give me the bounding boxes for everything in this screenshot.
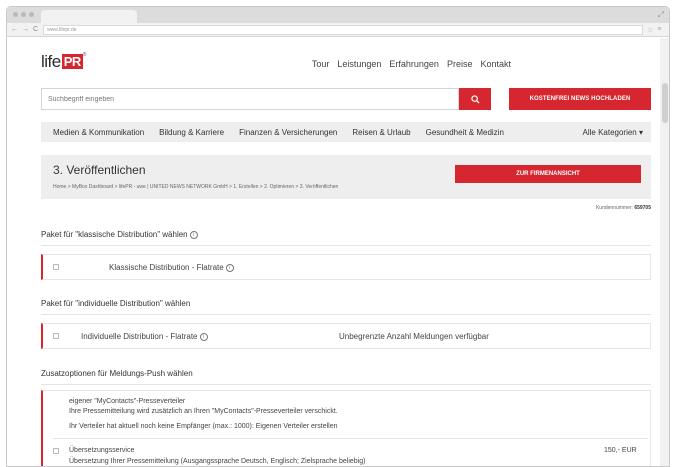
page: life PR ® Tour Leistungen Erfahrungen Prei…: [7, 38, 669, 466]
classic-option-label: Klassische Distribution - Flatrate i: [109, 263, 234, 272]
classic-option-text: Klassische Distribution - Flatrate: [109, 263, 224, 272]
push-options-box: eigener "MyContacts"-Presseverteiler Ihr…: [41, 390, 651, 466]
nav-preise[interactable]: Preise: [447, 59, 473, 69]
push-section-title: Zusatzoptionen für Meldungs-Push wählen: [41, 369, 193, 378]
page-title-box: 3. Veröffentlichen Home > MyBox Dashboar…: [41, 155, 651, 199]
category-bildung[interactable]: Bildung & Karriere: [159, 128, 224, 137]
search-input[interactable]: [41, 88, 459, 110]
page-title: 3. Veröffentlichen: [53, 163, 146, 177]
individual-checkbox[interactable]: [53, 333, 59, 339]
individual-option-text: Individuelle Distribution - Flatrate: [81, 332, 198, 341]
browser-menu-icon[interactable]: ≡: [657, 26, 661, 33]
translation-title: Übersetzungsservice: [69, 447, 135, 454]
nav-leistungen[interactable]: Leistungen: [337, 59, 381, 69]
category-medien[interactable]: Medien & Kommunikation: [53, 128, 144, 137]
page-scrollbar[interactable]: [660, 38, 669, 466]
individual-option-label: Individuelle Distribution - Flatrate i: [81, 332, 208, 341]
mycontacts-title: eigener "MyContacts"-Presseverteiler: [69, 398, 186, 405]
logo-registered: ®: [82, 52, 87, 58]
all-categories-dropdown[interactable]: Alle Kategorien ▾: [583, 128, 644, 137]
url-field[interactable]: www.lifepr.de: [43, 24, 644, 35]
individual-option-note: Unbegrenzte Anzahl Meldungen verfügbar: [339, 332, 489, 341]
forward-icon[interactable]: →: [22, 26, 29, 33]
info-icon[interactable]: i: [225, 263, 234, 272]
classic-title-text: Paket für "klassische Distribution" wähl…: [41, 230, 188, 239]
maximize-dot[interactable]: [29, 12, 34, 17]
bookmark-star-icon[interactable]: ☆: [647, 26, 653, 34]
close-dot[interactable]: [13, 12, 18, 17]
lifepr-logo[interactable]: life PR ®: [41, 52, 87, 72]
browser-window: ⤢ ← → C www.lifepr.de ☆ ≡ life PR ® Tour L…: [6, 6, 670, 467]
category-gesundheit[interactable]: Gesundheit & Medizin: [426, 128, 504, 137]
fullscreen-icon[interactable]: ⤢: [658, 10, 664, 20]
browser-tab[interactable]: [41, 10, 137, 23]
translation-description: Übersetzung Ihrer Pressemitteilung (Ausg…: [69, 458, 366, 465]
customer-label: Kundennummer:: [595, 205, 633, 211]
nav-erfahrungen[interactable]: Erfahrungen: [389, 59, 439, 69]
classic-section-title: Paket für "klassische Distribution" wähl…: [41, 230, 198, 239]
search-row: KOSTENFREI NEWS HOCHLADEN: [41, 88, 651, 110]
divider: [41, 314, 651, 315]
individual-section-title: Paket für "individuelle Distribution" wä…: [41, 299, 191, 308]
divider: [41, 384, 651, 385]
category-reisen[interactable]: Reisen & Urlaub: [352, 128, 410, 137]
mycontacts-description: Ihre Pressemitteilung wird zusätzlich an…: [69, 408, 338, 415]
logo-badge: PR: [61, 54, 83, 69]
translation-price: 150,- EUR: [604, 447, 637, 454]
logo-text: life: [41, 52, 61, 71]
firm-view-button[interactable]: ZUR FIRMENANSICHT: [455, 165, 641, 183]
search-icon: [470, 94, 480, 104]
info-icon[interactable]: i: [189, 230, 198, 239]
divider: [41, 245, 651, 246]
individual-option-box: Individuelle Distribution - Flatrate i Un…: [41, 323, 651, 349]
minimize-dot[interactable]: [21, 12, 26, 17]
mycontacts-note[interactable]: Ihr Verteiler hat aktuell noch keine Emp…: [69, 423, 337, 430]
breadcrumb[interactable]: Home > MyBox Dashboard > lifePR - uwe | …: [53, 184, 338, 190]
category-finanzen[interactable]: Finanzen & Versicherungen: [239, 128, 337, 137]
upload-news-button[interactable]: KOSTENFREI NEWS HOCHLADEN: [509, 88, 651, 110]
classic-option-box: Klassische Distribution - Flatrate i: [41, 254, 651, 280]
classic-checkbox[interactable]: [53, 264, 59, 270]
site-header: life PR ® Tour Leistungen Erfahrungen Prei…: [41, 50, 651, 80]
address-bar: ← → C www.lifepr.de ☆ ≡: [7, 23, 669, 37]
search-button[interactable]: [459, 88, 491, 110]
customer-number: Kundennummer: 659705: [596, 205, 651, 211]
reload-icon[interactable]: C: [33, 26, 38, 33]
top-navigation: Tour Leistungen Erfahrungen Preise Konta…: [312, 59, 511, 69]
customer-number-value: 659705: [634, 205, 651, 211]
nav-kontakt[interactable]: Kontakt: [480, 59, 511, 69]
info-icon[interactable]: i: [199, 332, 208, 341]
translation-checkbox[interactable]: [53, 448, 59, 454]
window-controls: [13, 12, 34, 17]
scrollbar-thumb[interactable]: [662, 83, 668, 123]
nav-tour[interactable]: Tour: [312, 59, 330, 69]
back-icon[interactable]: ←: [11, 26, 18, 33]
category-bar: Medien & Kommunikation Bildung & Karrier…: [41, 122, 651, 142]
tab-bar: ⤢: [7, 7, 669, 23]
divider: [53, 438, 648, 439]
